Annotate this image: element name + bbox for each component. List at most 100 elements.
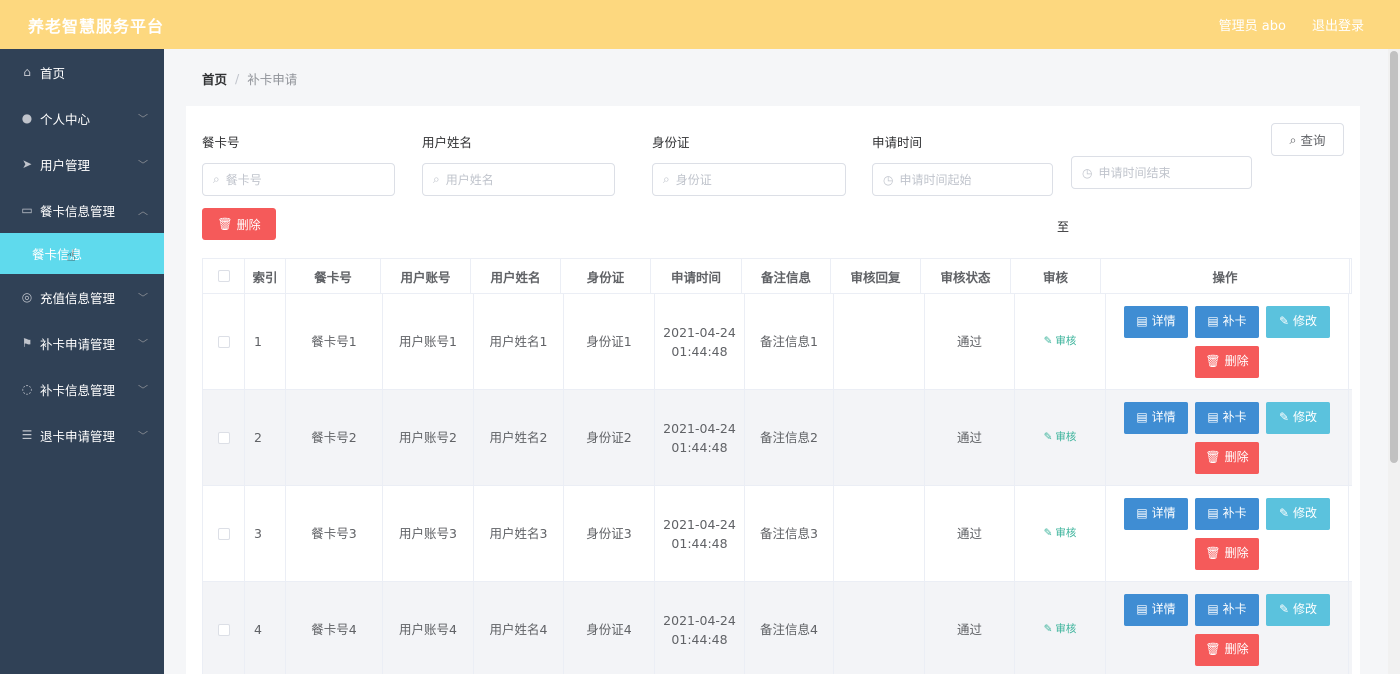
apply-time-end-input[interactable]: ◷ 申请时间结束	[1071, 156, 1252, 189]
delete-button[interactable]: 🗑 删除	[1195, 537, 1259, 570]
card-no-cell: 餐卡号2	[286, 390, 383, 485]
audit-link[interactable]: ✎ 审核	[1044, 524, 1077, 543]
breadcrumb-home[interactable]: 首页	[202, 69, 227, 88]
reissue-button[interactable]: ▤ 补卡	[1195, 305, 1259, 338]
admin-user-label[interactable]: 管理员 abo	[1219, 15, 1286, 34]
sidebar-item-meal-card-management[interactable]: ▭ 餐卡信息管理 ︿	[0, 187, 164, 233]
edit-button[interactable]: ✎ 修改	[1266, 305, 1330, 338]
audit-link-label: 审核	[1055, 527, 1077, 539]
audit-link[interactable]: ✎ 审核	[1044, 428, 1077, 447]
audit-link-label: 审核	[1055, 431, 1077, 443]
pencil-icon: ✎	[1043, 527, 1053, 539]
user-name-input[interactable]: ⌕ 用户姓名	[422, 163, 615, 196]
card-no-input[interactable]: ⌕ 餐卡号	[202, 163, 395, 196]
edit-button[interactable]: ✎ 修改	[1266, 593, 1330, 626]
detail-button[interactable]: ▤ 详情	[1124, 497, 1188, 530]
scrollbar-thumb[interactable]	[1390, 51, 1398, 463]
query-button[interactable]: ⌕ 查询	[1271, 123, 1344, 156]
sidebar-item-recharge-management[interactable]: ◎ 充值信息管理 ﹀	[0, 274, 164, 320]
audit-link[interactable]: ✎ 审核	[1044, 332, 1077, 351]
search-icon: ⌕	[1289, 131, 1297, 147]
column-header[interactable]: 审核状态	[921, 259, 1011, 293]
filter-apply-time-end: ◷ 申请时间结束	[1071, 156, 1252, 189]
account-cell: 用户账号1	[383, 294, 474, 389]
name-cell: 用户姓名4	[474, 582, 564, 674]
sidebar-subitem-meal-card-info[interactable]: 餐卡信息 ☝	[0, 233, 164, 274]
header-right: 管理员 abo 退出登录	[1219, 15, 1364, 34]
column-header[interactable]: 索引	[245, 259, 286, 293]
select-all-checkbox[interactable]	[217, 270, 230, 282]
reissue-button-label: 补卡	[1222, 602, 1247, 616]
id-card-input[interactable]: ⌕ 身份证	[652, 163, 846, 196]
filter-user-name: 用户姓名 ⌕ 用户姓名	[422, 132, 615, 196]
sidebar-item-personal-center[interactable]: ● 个人中心 ﹀	[0, 95, 164, 141]
apply-date: 2021-04-24	[663, 516, 736, 532]
delete-button-label: 删除	[1224, 546, 1249, 560]
reply-cell	[834, 486, 925, 581]
input-placeholder: 申请时间起始	[899, 173, 972, 187]
chevron-down-icon: ﹀	[138, 385, 148, 397]
delete-button[interactable]: 🗑 删除	[1195, 345, 1259, 378]
trash-icon: 🗑	[1205, 450, 1221, 464]
delete-button-label: 删除	[1224, 450, 1249, 464]
row-checkbox[interactable]	[217, 335, 230, 348]
column-header[interactable]: 备注信息	[742, 259, 831, 293]
column-header[interactable]: 申请时间	[651, 259, 742, 293]
logout-link[interactable]: 退出登录	[1312, 15, 1364, 34]
audit-link[interactable]: ✎ 审核	[1044, 620, 1077, 639]
pencil-icon: ✎	[1278, 314, 1290, 328]
reissue-button[interactable]: ▤ 补卡	[1195, 497, 1259, 530]
sidebar-item-home[interactable]: ⌂ 首页	[0, 49, 164, 95]
apply-date: 2021-04-24	[663, 420, 736, 436]
delete-button[interactable]: 🗑 删除	[1195, 441, 1259, 474]
filter-id-card: 身份证 ⌕ 身份证	[652, 132, 846, 196]
row-checkbox[interactable]	[217, 623, 230, 636]
trash-icon: 🗑	[1205, 354, 1221, 368]
sidebar-item-reissue-info-management[interactable]: ◌ 补卡信息管理 ﹀	[0, 366, 164, 412]
clock-icon: ◷	[1082, 165, 1093, 180]
detail-button[interactable]: ▤ 详情	[1124, 593, 1188, 626]
actions-cell: ▤ 详情 ▤ 补卡 ✎ 修改 🗑 删除	[1106, 582, 1349, 674]
detail-button[interactable]: ▤ 详情	[1124, 305, 1188, 338]
input-placeholder: 身份证	[675, 173, 712, 187]
reissue-button-label: 补卡	[1222, 410, 1247, 424]
index-cell: 2	[245, 390, 286, 485]
page-scrollbar[interactable]	[1388, 49, 1400, 674]
apply-time-start-input[interactable]: ◷ 申请时间起始	[872, 163, 1053, 196]
reissue-button[interactable]: ▤ 补卡	[1195, 593, 1259, 626]
reissue-button[interactable]: ▤ 补卡	[1195, 401, 1259, 434]
row-checkbox[interactable]	[217, 527, 230, 540]
delete-button-label: 删除	[1224, 354, 1249, 368]
column-header[interactable]: 身份证	[561, 259, 651, 293]
column-header[interactable]: 审核回复	[831, 259, 921, 293]
table-row: 4 餐卡号4 用户账号4 用户姓名4 身份证4 2021-04-24 01:44:…	[202, 582, 1352, 674]
column-header[interactable]: 用户姓名	[471, 259, 561, 293]
column-header[interactable]: 餐卡号	[286, 259, 381, 293]
clock-icon: ◷	[883, 172, 894, 187]
sidebar-item-label: 餐卡信息管理	[40, 203, 116, 219]
column-header[interactable]: 用户账号	[381, 259, 471, 293]
trash-icon: 🗑	[217, 217, 233, 231]
pencil-icon: ✎	[1043, 335, 1053, 347]
sidebar-item-reissue-apply-management[interactable]: ⚑ 补卡申请管理 ﹀	[0, 320, 164, 366]
detail-button-label: 详情	[1151, 506, 1176, 520]
table-row: 1 餐卡号1 用户账号1 用户姓名1 身份证1 2021-04-24 01:44:…	[202, 294, 1352, 390]
detail-button[interactable]: ▤ 详情	[1124, 401, 1188, 434]
sidebar-item-label: 首页	[40, 65, 66, 81]
sidebar-item-label: 补卡信息管理	[40, 382, 116, 398]
apply-time: 01:44:48	[671, 535, 728, 551]
select-all-cell	[203, 259, 245, 293]
sidebar-item-return-card-management[interactable]: ☰ 退卡申请管理 ﹀	[0, 412, 164, 458]
card-no-cell: 餐卡号4	[286, 582, 383, 674]
bulk-delete-button[interactable]: 🗑 删除	[202, 208, 276, 240]
column-header[interactable]: 审核	[1011, 259, 1101, 293]
delete-button[interactable]: 🗑 删除	[1195, 633, 1259, 666]
sidebar-item-user-management[interactable]: ➤ 用户管理 ﹀	[0, 141, 164, 187]
edit-button[interactable]: ✎ 修改	[1266, 401, 1330, 434]
edit-button[interactable]: ✎ 修改	[1266, 497, 1330, 530]
column-header[interactable]: 操作	[1101, 259, 1350, 293]
audit-cell: ✎ 审核	[1015, 582, 1106, 674]
row-checkbox[interactable]	[217, 431, 230, 444]
document-icon: ▤	[1136, 506, 1148, 520]
table-row: 3 餐卡号3 用户账号3 用户姓名3 身份证3 2021-04-24 01:44:…	[202, 486, 1352, 582]
